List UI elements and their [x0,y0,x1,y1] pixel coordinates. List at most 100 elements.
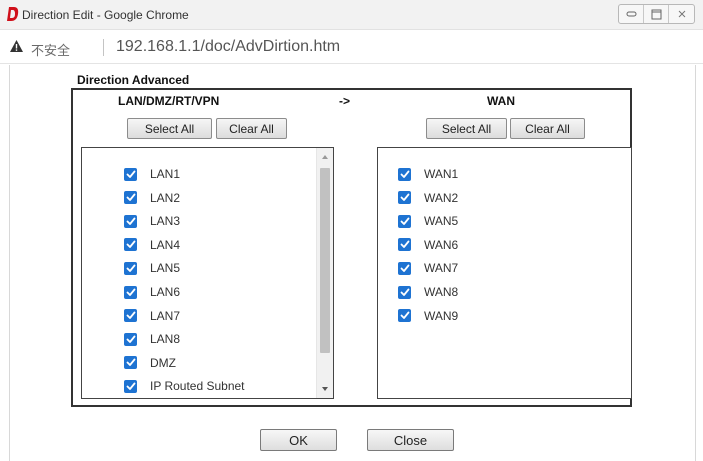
not-secure-label[interactable]: 不安全 [31,40,70,59]
checkbox[interactable] [124,261,137,275]
source-select-all-button[interactable]: Select All [127,118,212,139]
list-item-label: LAN4 [150,237,181,252]
checkbox[interactable] [124,332,137,346]
checkbox[interactable] [124,309,137,323]
checkbox[interactable] [124,214,137,228]
checkmark-icon [126,240,135,249]
list-item[interactable]: LAN7 [124,307,180,325]
checkbox[interactable] [124,285,137,299]
checkbox[interactable] [398,167,411,181]
checkmark-icon [126,382,135,390]
checkmark-icon [400,170,409,178]
checkmark-icon [400,217,409,225]
list-item[interactable]: WAN7 [398,259,458,277]
address-bar: 不安全 192.168.1.1/doc/AdvDirtion.htm [0,30,703,64]
checkbox[interactable] [398,261,411,275]
list-item-label: LAN8 [150,332,181,347]
source-interface-list[interactable]: LAN1 LAN2 LAN3 LAN4 LAN5 LAN6 LAN7 LAN8 DMZ IP Ro… [81,147,334,399]
list-item-label: DMZ [150,355,176,370]
list-item[interactable]: WAN2 [398,189,458,207]
window-title: Direction Edit - Google Chrome [22,8,189,22]
list-item-label: LAN1 [150,167,181,181]
checkbox[interactable] [124,167,137,181]
list-item[interactable]: WAN5 [398,212,458,230]
frame-border-left [9,65,10,461]
scroll-down-button[interactable] [317,382,333,396]
warning-triangle-icon[interactable] [9,39,24,53]
list-item[interactable]: LAN8 [124,330,180,348]
list-item[interactable]: WAN8 [398,283,458,301]
list-item[interactable]: WAN9 [398,307,458,325]
checkbox[interactable] [398,238,411,252]
list-item[interactable]: WAN1 [398,165,458,183]
source-scrollbar[interactable] [316,148,333,398]
section-title: Direction Advanced [77,73,190,87]
checkbox[interactable] [398,309,411,323]
list-item-label: WAN8 [424,285,459,299]
scroll-up-button[interactable] [317,150,333,164]
minimize-button[interactable] [619,5,644,23]
checkmark-icon [126,170,135,178]
list-item-label: LAN3 [150,214,181,229]
list-item-label: LAN5 [150,261,181,276]
checkmark-icon [126,311,135,319]
checkbox[interactable] [124,379,137,393]
list-item[interactable]: LAN4 [124,236,180,254]
checkmark-icon [126,217,135,225]
list-item[interactable]: LAN6 [124,283,180,301]
checkmark-icon [400,311,409,319]
list-item-label: LAN6 [150,285,181,299]
frame-border-right [695,65,696,461]
checkbox[interactable] [398,214,411,228]
list-item[interactable]: IP Routed Subnet [124,377,245,395]
ok-button[interactable]: OK [260,429,337,451]
checkbox[interactable] [124,238,137,252]
scroll-thumb[interactable] [320,168,330,353]
checkmark-icon [400,240,409,249]
list-item[interactable]: LAN2 [124,189,180,207]
minimize-icon [626,11,636,17]
list-item-label: WAN5 [424,214,459,229]
maximize-button[interactable] [644,5,669,23]
list-item[interactable]: LAN3 [124,212,180,230]
checkbox[interactable] [124,356,137,370]
scroll-up-arrow-icon [322,155,328,159]
checkmark-icon [126,335,135,343]
list-item-label: WAN9 [424,308,459,323]
direction-arrow: -> [339,94,351,108]
list-item-label: WAN7 [424,261,459,276]
checkmark-icon [400,264,409,272]
list-item-label: IP Routed Subnet [150,379,245,394]
list-item[interactable]: LAN5 [124,259,180,277]
list-item[interactable]: LAN1 [124,165,180,183]
destination-clear-all-button[interactable]: Clear All [510,118,585,139]
list-item-label: WAN1 [424,167,459,181]
window-controls [618,4,695,24]
checkmark-icon [126,358,135,367]
scroll-down-arrow-icon [322,387,328,391]
url-text[interactable]: 192.168.1.1/doc/AdvDirtion.htm [116,38,340,56]
window-titlebar: Direction Edit - Google Chrome [0,0,703,30]
list-item-label: LAN2 [150,190,181,205]
list-item[interactable]: DMZ [124,354,176,372]
source-column-header: LAN/DMZ/RT/VPN [118,94,220,108]
checkmark-icon [126,193,135,201]
close-icon [678,10,685,18]
draytek-logo-icon [7,7,19,21]
checkmark-icon [126,264,135,272]
destination-select-all-button[interactable]: Select All [426,118,507,139]
checkmark-icon [126,288,135,296]
checkmark-icon [400,288,409,296]
checkbox[interactable] [398,191,411,205]
checkmark-icon [400,193,409,201]
maximize-icon [651,9,661,19]
list-item[interactable]: WAN6 [398,236,458,254]
address-divider [103,39,104,56]
close-button[interactable]: Close [367,429,454,451]
source-clear-all-button[interactable]: Clear All [216,118,287,139]
close-button[interactable] [669,5,694,23]
checkbox[interactable] [398,285,411,299]
list-item-label: LAN7 [150,308,181,323]
destination-interface-list[interactable]: WAN1 WAN2 WAN5 WAN6 WAN7 WAN8 WAN9 [377,147,632,399]
checkbox[interactable] [124,191,137,205]
